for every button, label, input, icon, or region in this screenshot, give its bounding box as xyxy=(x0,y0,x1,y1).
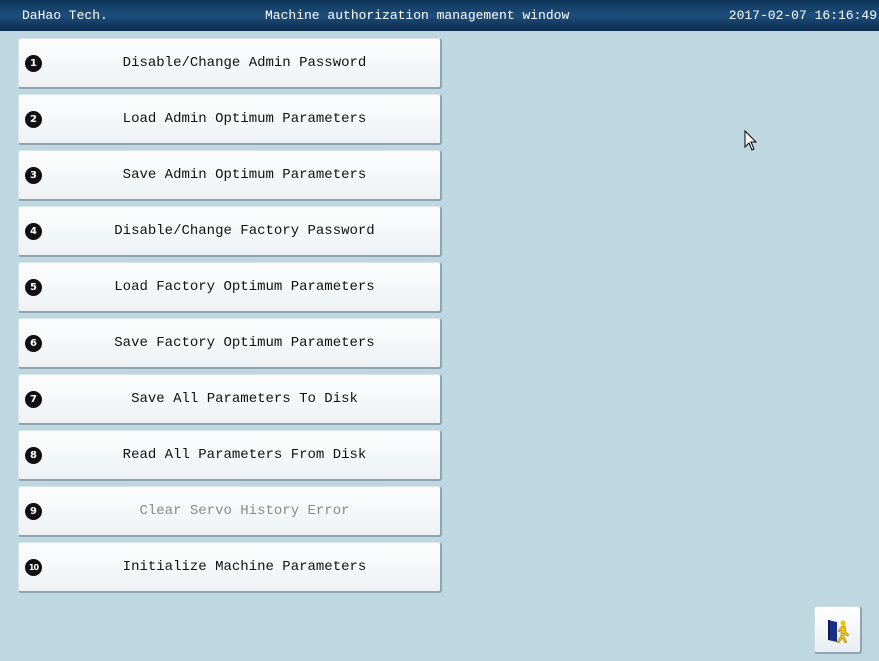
save-factory-optimum-parameters-button[interactable]: 6 Save Factory Optimum Parameters xyxy=(18,318,442,369)
number-badge-icon: 8 xyxy=(25,447,42,464)
number-badge-icon: 9 xyxy=(25,503,42,520)
button-label: Clear Servo History Error xyxy=(139,503,350,519)
button-label: Load Factory Optimum Parameters xyxy=(114,279,375,295)
company-name: DaHao Tech. xyxy=(22,8,108,23)
window-title: Machine authorization management window xyxy=(265,8,570,23)
save-all-parameters-to-disk-button[interactable]: 7 Save All Parameters To Disk xyxy=(18,374,442,425)
initialize-machine-parameters-button[interactable]: 10 Initialize Machine Parameters xyxy=(18,542,442,593)
read-all-parameters-from-disk-button[interactable]: 8 Read All Parameters From Disk xyxy=(18,430,442,481)
datetime-display: 2017-02-07 16:16:49 xyxy=(728,8,877,23)
button-label: Read All Parameters From Disk xyxy=(122,447,367,463)
number-badge-icon: 2 xyxy=(25,111,42,128)
mouse-pointer-icon xyxy=(744,130,758,151)
disable-change-admin-password-button[interactable]: 1 Disable/Change Admin Password xyxy=(18,38,442,89)
exit-door-icon xyxy=(828,620,850,644)
number-badge-icon: 5 xyxy=(25,279,42,296)
number-badge-icon: 7 xyxy=(25,391,42,408)
number-badge-icon: 1 xyxy=(25,55,42,72)
button-label: Disable/Change Admin Password xyxy=(122,55,367,71)
button-label: Save All Parameters To Disk xyxy=(131,391,358,407)
number-badge-icon: 4 xyxy=(25,223,42,240)
number-badge-icon: 6 xyxy=(25,335,42,352)
load-admin-optimum-parameters-button[interactable]: 2 Load Admin Optimum Parameters xyxy=(18,94,442,145)
save-admin-optimum-parameters-button[interactable]: 3 Save Admin Optimum Parameters xyxy=(18,150,442,201)
disable-change-factory-password-button[interactable]: 4 Disable/Change Factory Password xyxy=(18,206,442,257)
load-factory-optimum-parameters-button[interactable]: 5 Load Factory Optimum Parameters xyxy=(18,262,442,313)
number-badge-icon: 3 xyxy=(25,167,42,184)
authorization-menu: 1 Disable/Change Admin Password 2 Load A… xyxy=(18,38,442,598)
button-label: Save Factory Optimum Parameters xyxy=(114,335,375,351)
button-label: Save Admin Optimum Parameters xyxy=(122,167,367,183)
number-badge-icon: 10 xyxy=(25,559,42,576)
button-label: Initialize Machine Parameters xyxy=(122,559,367,575)
button-label: Load Admin Optimum Parameters xyxy=(122,111,367,127)
title-bar: DaHao Tech. Machine authorization manage… xyxy=(0,0,879,31)
button-label: Disable/Change Factory Password xyxy=(114,223,375,239)
exit-button[interactable] xyxy=(814,606,862,654)
clear-servo-history-error-button[interactable]: 9 Clear Servo History Error xyxy=(18,486,442,537)
